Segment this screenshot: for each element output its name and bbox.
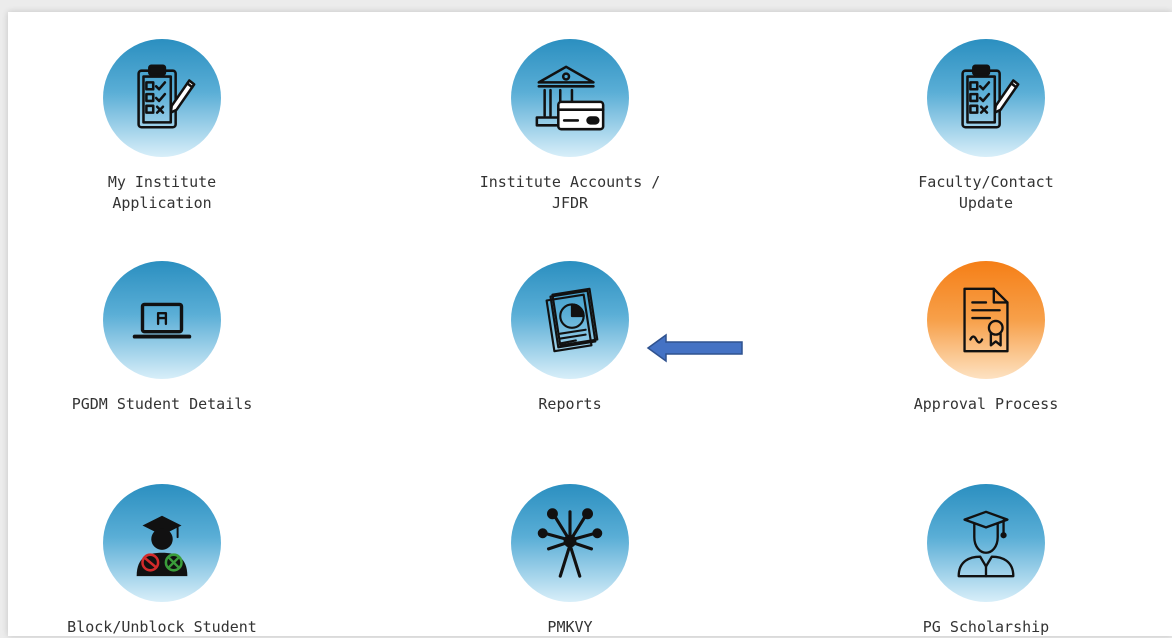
people-star-icon [511,484,629,602]
tile-block-unblock-student[interactable]: Block/Unblock Student [42,484,282,638]
tile-label: Block/Unblock Student [67,618,257,636]
tile-label: PG Scholarship [922,618,1050,636]
tile-label: PMKVY [547,618,593,636]
student-block-icon [103,484,221,602]
pie-chart-report-icon [511,261,629,379]
tile-institute-accounts-jfdr[interactable]: Institute Accounts / JFDR [450,39,690,214]
tile-label: Reports [538,395,602,413]
left-arrow-icon [646,333,743,363]
tile-pgdm-student-details[interactable]: PGDM Student Details [42,261,282,415]
tile-label: Approval Process [913,395,1059,413]
tile-my-institute-application[interactable]: My Institute Application [42,39,282,214]
tile-faculty-contact-update[interactable]: Faculty/Contact Update [866,39,1106,214]
bank-card-icon [511,39,629,157]
checklist-icon [927,39,1045,157]
tile-pg-scholarship[interactable]: PG Scholarship [866,484,1106,638]
tile-label: PGDM Student Details [71,395,253,413]
laptop-profile-icon [103,261,221,379]
certificate-icon [927,261,1045,379]
tile-label: My Institute Application [107,173,217,212]
tile-pmkvy[interactable]: PMKVY [450,484,690,638]
tile-label: Institute Accounts / JFDR [479,173,661,212]
tile-approval-process[interactable]: Approval Process [866,261,1106,415]
tile-label: Faculty/Contact Update [918,173,1054,212]
checklist-icon [103,39,221,157]
graduate-icon [927,484,1045,602]
